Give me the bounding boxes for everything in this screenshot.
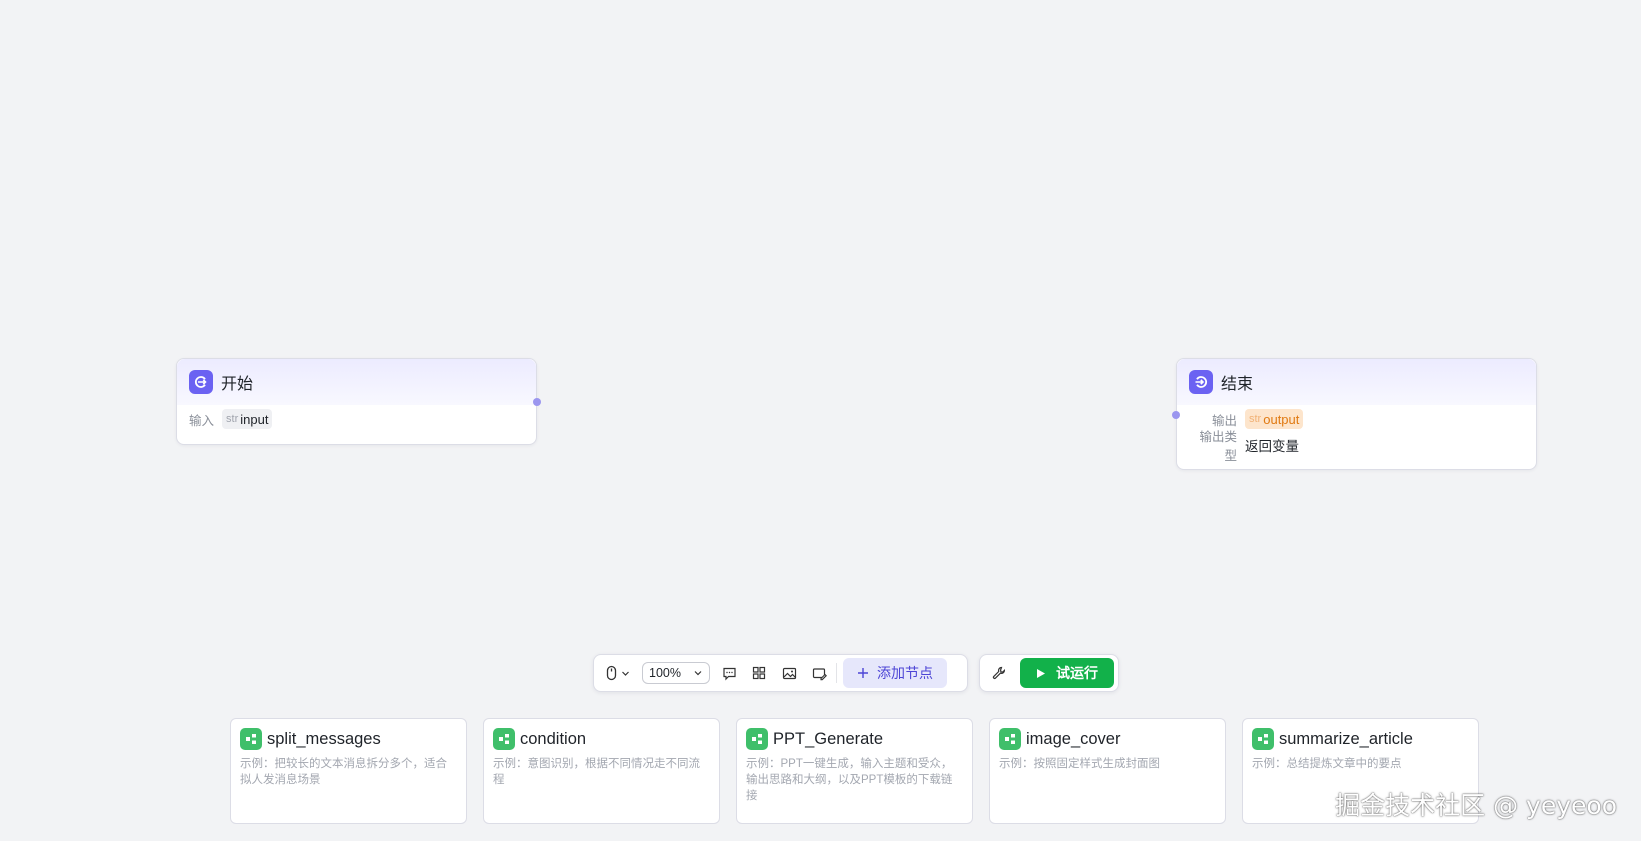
- test-run-button[interactable]: 试运行: [1020, 658, 1114, 688]
- output-variable-tag[interactable]: str output: [1245, 409, 1304, 429]
- input-label: 输入: [189, 413, 215, 428]
- run-toolbar: 试运行: [979, 654, 1119, 692]
- minimap-button[interactable]: [804, 658, 834, 688]
- layout-button[interactable]: [744, 658, 774, 688]
- template-title: summarize_article: [1279, 729, 1413, 748]
- template-title: split_messages: [267, 729, 381, 748]
- template-title: image_cover: [1026, 729, 1121, 748]
- zoom-select[interactable]: 100%: [642, 662, 710, 684]
- image-edit-icon: [812, 667, 827, 680]
- end-output-type-row: 输出类型 返回变量: [1177, 430, 1536, 463]
- end-node-header: 结束: [1177, 359, 1536, 405]
- start-input-row: 输入 str input: [177, 407, 536, 431]
- output-type-label: 输出类型: [1199, 430, 1237, 463]
- plus-icon: [858, 668, 868, 678]
- template-card-condition[interactable]: condition 示例：意图识别，根据不同情况走不同流程: [483, 718, 720, 824]
- zoom-chevron-icon: [694, 671, 702, 676]
- toolbar-divider: [836, 663, 837, 683]
- template-description: 示例：按照固定样式生成封面图: [999, 758, 1160, 770]
- end-node-title: 结束: [1221, 376, 1254, 393]
- start-node[interactable]: 开始 输入 str input: [176, 358, 541, 445]
- add-node-button[interactable]: 添加节点: [843, 658, 947, 688]
- start-node-title: 开始: [221, 376, 254, 393]
- output-type-value: 返回变量: [1245, 439, 1299, 454]
- test-run-label: 试运行: [1056, 665, 1098, 681]
- workflow-icon: [240, 728, 262, 750]
- input-variable-tag[interactable]: str input: [222, 409, 273, 429]
- template-description: 示例：意图识别，根据不同情况走不同流程: [493, 758, 700, 786]
- workflow-icon: [493, 728, 515, 750]
- export-image-button[interactable]: [774, 658, 804, 688]
- comment-button[interactable]: [714, 658, 744, 688]
- canvas-toolbar: 100% 添加节点: [593, 654, 968, 692]
- template-card-split-messages[interactable]: split_messages 示例：把较长的文本消息拆分多个，适合拟人发消息场景: [230, 718, 467, 824]
- workflow-icon: [1252, 728, 1274, 750]
- interaction-mode-button[interactable]: [598, 658, 638, 688]
- mouse-icon: [606, 665, 617, 681]
- comment-icon: [722, 667, 736, 680]
- end-icon: [1189, 370, 1213, 394]
- template-description: 示例：PPT一键生成，输入主题和受众，输出思路和大纲，以及PPT模板的下载链接: [746, 758, 953, 802]
- template-description: 示例：总结提炼文章中的要点: [1252, 758, 1402, 770]
- end-node[interactable]: 结束 输出 str output 输出类型 返回变量: [1172, 358, 1537, 470]
- watermark: 掘金技术社区 @ yeyeoo: [1335, 791, 1617, 820]
- play-icon: [1037, 668, 1045, 678]
- chevron-down-icon: [622, 671, 629, 676]
- template-card-ppt-generate[interactable]: PPT_Generate 示例：PPT一键生成，输入主题和受众，输出思路和大纲，…: [736, 718, 973, 824]
- input-variable-name: input: [240, 411, 269, 427]
- wrench-icon: [992, 666, 1006, 680]
- image-icon: [782, 667, 796, 679]
- template-card-image-cover[interactable]: image_cover 示例：按照固定样式生成封面图: [989, 718, 1226, 824]
- end-input-port[interactable]: [1172, 411, 1180, 419]
- output-variable-type: str: [1249, 413, 1262, 425]
- template-title: condition: [520, 729, 587, 748]
- add-node-label: 添加节点: [877, 665, 933, 681]
- template-description: 示例：把较长的文本消息拆分多个，适合拟人发消息场景: [240, 758, 447, 786]
- start-icon: [189, 370, 213, 394]
- input-variable-type: str: [226, 413, 239, 425]
- start-output-port[interactable]: [533, 398, 541, 406]
- output-variable-name: output: [1263, 411, 1300, 427]
- start-node-header: 开始: [177, 359, 536, 405]
- workflow-icon: [746, 728, 768, 750]
- zoom-value: 100%: [649, 666, 681, 680]
- template-title: PPT_Generate: [773, 729, 884, 748]
- grid-icon: [752, 666, 766, 680]
- workflow-icon: [999, 728, 1021, 750]
- debug-settings-button[interactable]: [984, 658, 1014, 688]
